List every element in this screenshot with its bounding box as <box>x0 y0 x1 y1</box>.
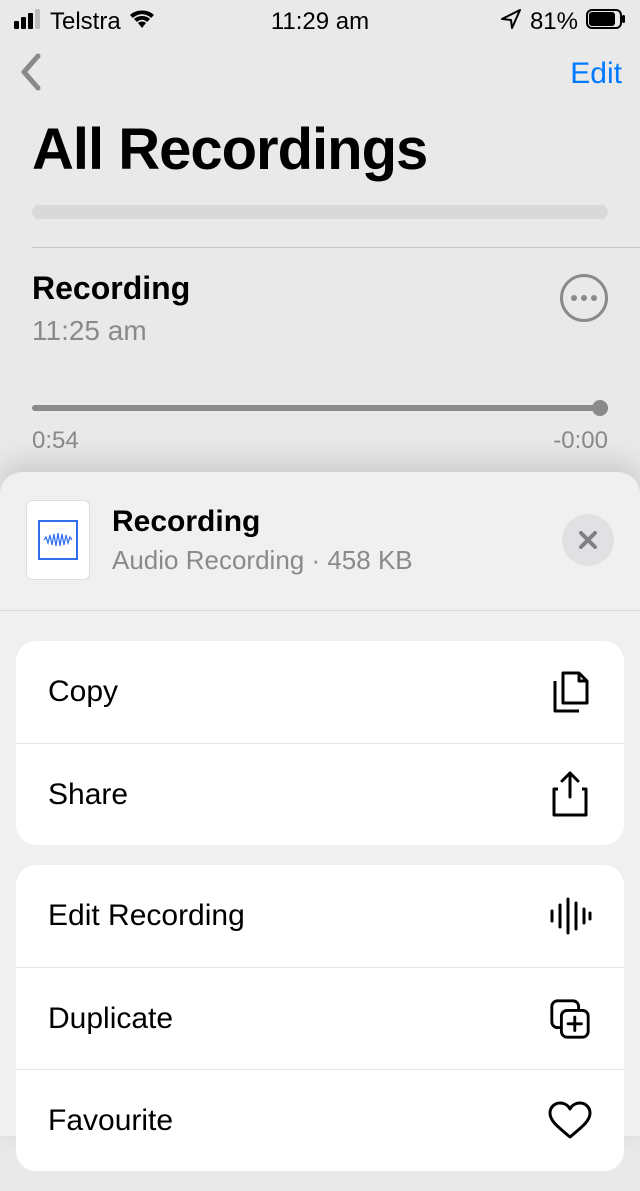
duplicate-icon <box>548 996 592 1042</box>
edit-recording-label: Edit Recording <box>48 899 245 933</box>
duplicate-label: Duplicate <box>48 1002 173 1036</box>
file-icon <box>26 500 90 580</box>
search-input[interactable] <box>32 205 608 219</box>
action-group-1: Copy Share <box>16 641 624 845</box>
edit-button[interactable]: Edit <box>570 57 622 91</box>
cellular-icon <box>14 8 42 36</box>
action-group-2: Edit Recording Duplicate Favourite <box>16 865 624 1171</box>
copy-icon <box>548 669 592 715</box>
close-button[interactable] <box>562 514 614 566</box>
heart-icon <box>548 1101 592 1141</box>
sheet-title: Recording <box>112 505 540 539</box>
favourite-action[interactable]: Favourite <box>16 1069 624 1171</box>
recording-name: Recording <box>32 270 608 307</box>
carrier-label: Telstra <box>50 8 121 36</box>
favourite-label: Favourite <box>48 1104 173 1138</box>
battery-pct: 81% <box>530 8 578 36</box>
edit-recording-action[interactable]: Edit Recording <box>16 865 624 967</box>
recording-time: 11:25 am <box>32 315 608 347</box>
battery-icon <box>586 8 626 36</box>
back-button[interactable] <box>18 52 42 97</box>
sheet-header: Recording Audio Recording · 458 KB <box>0 472 640 610</box>
share-label: Share <box>48 778 128 812</box>
nav-bar: Edit <box>0 44 640 104</box>
wifi-icon <box>129 8 155 36</box>
sheet-subtitle: Audio Recording · 458 KB <box>112 545 540 576</box>
location-icon <box>500 8 522 37</box>
more-button[interactable] <box>560 274 608 322</box>
status-bar: Telstra 11:29 am 81% <box>0 0 640 44</box>
elapsed-time: 0:54 <box>32 427 79 455</box>
scrubber-knob[interactable] <box>592 400 608 416</box>
remaining-time: -0:00 <box>553 427 608 455</box>
copy-label: Copy <box>48 675 118 709</box>
recording-item[interactable]: Recording 11:25 am 0:54 -0:00 <box>0 248 640 455</box>
waveform-icon <box>548 897 592 935</box>
share-icon <box>548 771 592 819</box>
duplicate-action[interactable]: Duplicate <box>16 967 624 1069</box>
share-action[interactable]: Share <box>16 743 624 845</box>
page-title: All Recordings <box>0 104 640 205</box>
copy-action[interactable]: Copy <box>16 641 624 743</box>
playback-scrubber[interactable] <box>32 405 608 417</box>
action-sheet: Recording Audio Recording · 458 KB Copy … <box>0 472 640 1136</box>
